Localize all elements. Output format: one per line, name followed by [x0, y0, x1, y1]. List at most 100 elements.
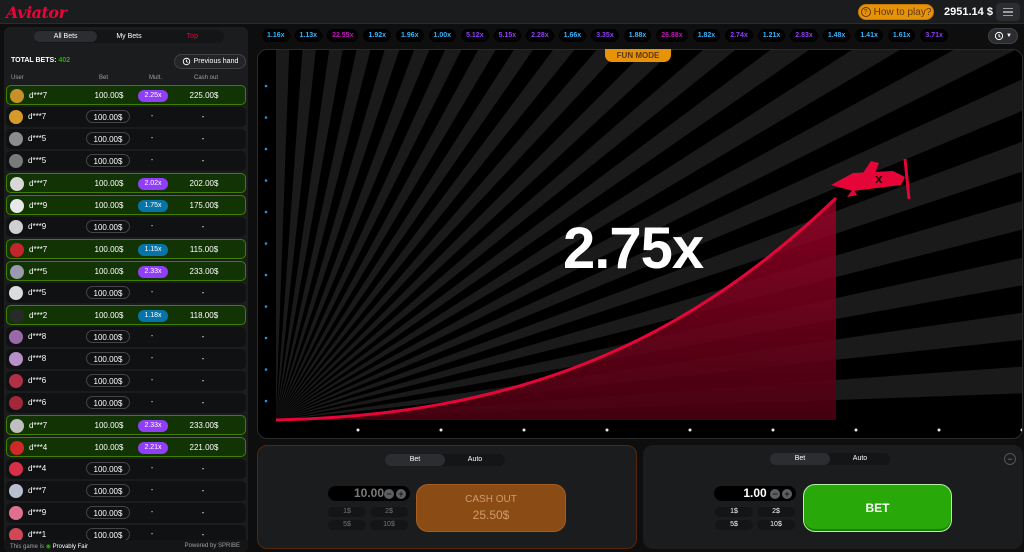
- bet-cashout: -: [201, 530, 205, 539]
- bets-panel: All Bets My Bets Top TOTAL BETS: 402 Pre…: [4, 27, 248, 552]
- quick-bet-2-2[interactable]: 2$: [757, 507, 795, 517]
- current-multiplier: 2.75x: [563, 216, 704, 281]
- bet-amount: 100.00$: [94, 201, 124, 210]
- history-chip[interactable]: 1.92x: [363, 29, 392, 42]
- fun-mode-badge: FUN MODE: [605, 49, 671, 62]
- tab-bet-1[interactable]: Bet: [385, 454, 445, 466]
- bet-amount: 100.00$: [86, 462, 130, 475]
- quick-bet-2-10[interactable]: 10$: [757, 520, 795, 530]
- quick-bet-1-2[interactable]: 2$: [370, 507, 408, 517]
- history-chip[interactable]: 1.96x: [396, 29, 424, 42]
- bet-multiplier: 2.21x: [138, 442, 168, 454]
- bets-tabs: All Bets My Bets Top: [34, 30, 224, 43]
- history-chip[interactable]: 1.16x: [262, 29, 290, 42]
- history-chip[interactable]: 3.35x: [591, 29, 619, 42]
- history-chip[interactable]: 26.88x: [656, 29, 688, 42]
- avatar: [10, 309, 24, 323]
- plus-button-2[interactable]: +: [782, 489, 792, 499]
- total-bets-label: TOTAL BETS:: [11, 57, 57, 64]
- col-bet: Bet: [99, 75, 109, 81]
- history-chip[interactable]: 1.41x: [855, 29, 883, 42]
- bet-row: d***5 100.00$ - -: [6, 283, 246, 303]
- history-toggle-button[interactable]: ▼: [988, 28, 1018, 44]
- history-chip[interactable]: 5.15x: [493, 29, 522, 42]
- bet-amount: 100.00$: [94, 267, 124, 276]
- history-chip[interactable]: 1.66x: [558, 29, 587, 42]
- history-chip[interactable]: 1.82x: [692, 29, 721, 42]
- history-chip[interactable]: 1.88x: [623, 29, 652, 42]
- plus-button-1[interactable]: +: [396, 489, 406, 499]
- bet-multiplier: -: [150, 333, 154, 340]
- tab-auto-1[interactable]: Auto: [445, 454, 505, 466]
- provably-fair-link[interactable]: Provably Fair: [53, 544, 88, 550]
- quick-bet-2-1[interactable]: 1$: [715, 507, 753, 517]
- tab-all-bets[interactable]: All Bets: [34, 31, 98, 42]
- menu-icon[interactable]: [996, 3, 1020, 21]
- history-chip[interactable]: 1.21x: [757, 29, 786, 42]
- bet-row: d***7 100.00$ - -: [6, 481, 246, 501]
- how-to-play-label: How to play?: [873, 6, 932, 18]
- cash-out-button[interactable]: CASH OUT 25.50$: [416, 484, 566, 532]
- minus-button-1[interactable]: −: [384, 489, 394, 499]
- history-chip[interactable]: 5.12x: [461, 29, 489, 42]
- bet-user: d***8: [28, 354, 47, 363]
- bet-amount: 100.00$: [94, 311, 124, 320]
- quick-bet-1-1[interactable]: 1$: [328, 507, 366, 517]
- history-chip[interactable]: 1.00x: [428, 29, 457, 42]
- aviator-logo[interactable]: Aviator: [6, 3, 67, 22]
- bet-cashout: -: [201, 156, 205, 165]
- bet-button[interactable]: BET: [803, 484, 952, 532]
- tab-my-bets[interactable]: My Bets: [97, 31, 160, 42]
- bet-cashout: -: [201, 486, 205, 495]
- history-chip[interactable]: 2.83x: [790, 29, 818, 42]
- remove-panel-icon[interactable]: −: [1004, 453, 1016, 465]
- bet-cashout: 221.00$: [189, 443, 219, 452]
- avatar: [9, 220, 23, 234]
- how-to-play-button[interactable]: ? How to play?: [858, 4, 934, 20]
- avatar: [9, 330, 23, 344]
- bet-multiplier: 2.02x: [138, 178, 168, 190]
- history-chip[interactable]: 2.28x: [526, 29, 554, 42]
- quick-bet-1-5[interactable]: 5$: [328, 520, 366, 530]
- bet-multiplier: -: [150, 465, 154, 472]
- bet-row: d***8 100.00$ - -: [6, 327, 246, 347]
- powered-by: Powered by SPRIBE: [184, 543, 240, 549]
- total-bets: TOTAL BETS: 402: [11, 57, 70, 64]
- bet-cashout: -: [201, 398, 205, 407]
- col-user: User: [11, 75, 24, 81]
- x-axis-dots: [356, 428, 1022, 432]
- bet-multiplier: -: [150, 509, 154, 516]
- quick-bet-1-10[interactable]: 10$: [370, 520, 408, 530]
- avatar: [9, 374, 23, 388]
- avatar: [10, 419, 24, 433]
- history-chip[interactable]: 3.71x: [920, 29, 948, 42]
- bet-amount: 100.00$: [86, 220, 130, 233]
- bet-user: d***5: [28, 288, 47, 297]
- avatar: [9, 110, 23, 124]
- history-chip[interactable]: 1.48x: [822, 29, 851, 42]
- avatar: [9, 396, 23, 410]
- bet-auto-switch-2: Bet Auto: [770, 453, 890, 465]
- bet-row: d***6 100.00$ - -: [6, 393, 246, 413]
- previous-hand-button[interactable]: Previous hand: [174, 54, 246, 69]
- history-chip[interactable]: 22.55x: [327, 29, 359, 42]
- bet-multiplier: 2.33x: [138, 420, 168, 432]
- tab-bet-2[interactable]: Bet: [770, 453, 830, 465]
- history-chip[interactable]: 1.61x: [887, 29, 916, 42]
- history-chip[interactable]: 2.74x: [725, 29, 753, 42]
- bet-amount: 100.00$: [86, 110, 130, 123]
- tab-top[interactable]: Top: [161, 31, 224, 42]
- bet-multiplier: -: [150, 377, 154, 384]
- bet-amount: 100.00$: [94, 91, 124, 100]
- minus-button-2[interactable]: −: [770, 489, 780, 499]
- bet-user: d***9: [28, 222, 47, 231]
- history-chip[interactable]: 1.13x: [294, 29, 323, 42]
- tab-auto-2[interactable]: Auto: [830, 453, 890, 465]
- bet-multiplier: 2.33x: [138, 266, 168, 278]
- bet-multiplier: -: [150, 289, 154, 296]
- bet-user: d***4: [29, 443, 48, 452]
- bet-cashout: -: [201, 112, 205, 121]
- avatar: [10, 89, 24, 103]
- bet-row: d***7 100.00$ 1.15x 115.00$: [6, 239, 246, 259]
- quick-bet-2-5[interactable]: 5$: [715, 520, 753, 530]
